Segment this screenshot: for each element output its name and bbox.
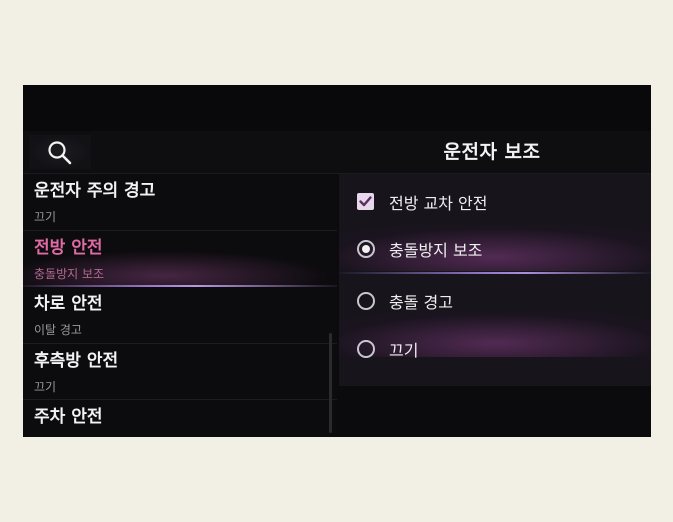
option-off[interactable]: 끄기	[339, 325, 651, 371]
menu-item-subtitle: 충돌방지 보조	[34, 267, 105, 281]
menu-item-subtitle: 끄기	[34, 380, 57, 394]
menu-item-title: 운전자 주의 경고	[34, 181, 156, 201]
selected-underline	[339, 272, 651, 274]
menu-item-blind-spot-safety[interactable]: 후측방 안전 끄기	[23, 344, 337, 400]
menu-item-forward-safety[interactable]: 전방 안전 충돌방지 보조	[23, 231, 337, 287]
checkbox[interactable]	[357, 193, 374, 210]
option-label: 충돌 경고	[389, 293, 453, 312]
menu-item-title: 주차 안전	[34, 407, 103, 427]
check-icon	[359, 196, 372, 207]
settings-menu-list: 운전자 주의 경고 끄기 전방 안전 충돌방지 보조 차로 안전 이탈 경고 후…	[23, 174, 337, 437]
header-bar: 운전자 보조	[23, 131, 651, 174]
option-collision-warning[interactable]: 충돌 경고	[339, 277, 651, 323]
radio-icon[interactable]	[357, 292, 375, 310]
menu-item-title: 차로 안전	[34, 294, 103, 314]
checkbox-label: 전방 교차 안전	[389, 194, 488, 213]
menu-item-subtitle: 끄기	[34, 434, 56, 437]
option-collision-avoidance[interactable]: 충돌방지 보조	[339, 225, 651, 271]
menu-item-title: 후측방 안전	[34, 351, 119, 371]
scrollbar[interactable]	[329, 333, 332, 433]
page-title: 운전자 보조	[443, 141, 541, 163]
empty-area	[339, 386, 651, 437]
menu-item-title: 전방 안전	[34, 238, 103, 258]
status-bar	[23, 85, 651, 131]
menu-item-parking-safety[interactable]: 주차 안전 끄기	[23, 400, 337, 437]
cross-traffic-checkbox-row[interactable]: 전방 교차 안전	[339, 178, 651, 224]
menu-item-subtitle: 이탈 경고	[34, 323, 82, 337]
menu-item-driver-attention[interactable]: 운전자 주의 경고 끄기	[23, 174, 337, 230]
search-icon	[48, 141, 72, 165]
search-button[interactable]	[29, 135, 91, 169]
option-label: 충돌방지 보조	[389, 241, 483, 260]
menu-item-lane-safety[interactable]: 차로 안전 이탈 경고	[23, 287, 337, 343]
menu-item-subtitle: 끄기	[34, 210, 57, 224]
option-label: 끄기	[389, 341, 419, 360]
radio-icon[interactable]	[357, 340, 375, 358]
infotainment-screen: 운전자 보조 운전자 주의 경고 끄기 전방 안전 충돌방지 보조 차로 안전 …	[23, 85, 651, 437]
radio-selected-icon[interactable]	[357, 240, 375, 258]
